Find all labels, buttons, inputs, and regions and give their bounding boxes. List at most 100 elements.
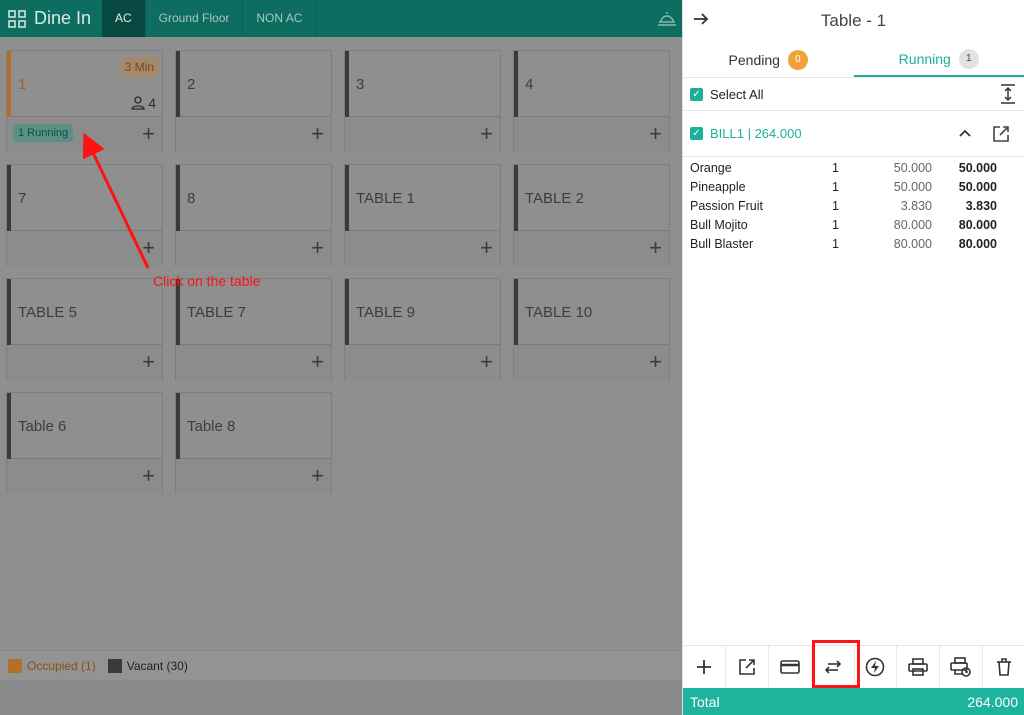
add-order-button[interactable]: +: [142, 465, 155, 487]
table-card-3[interactable]: 3 +: [344, 50, 501, 152]
item-total: 3.830: [965, 199, 997, 213]
legend-occupied: Occupied (1): [8, 658, 96, 673]
table-card-1[interactable]: 1 3 Min 4 1 Running +: [6, 50, 163, 152]
grid-menu-icon[interactable]: [0, 0, 34, 37]
table-card-bottom: [514, 231, 669, 266]
table-name: TABLE 7: [187, 304, 246, 321]
tab-ac[interactable]: AC: [102, 0, 146, 37]
table-card-bottom: [345, 231, 500, 266]
add-order-button[interactable]: +: [311, 351, 324, 373]
table-card-bottom: [514, 345, 669, 380]
table-card-table-9[interactable]: TABLE 9 +: [344, 278, 501, 380]
item-price: 80.000: [893, 237, 932, 251]
table-card-table-10[interactable]: TABLE 10 +: [513, 278, 670, 380]
running-count-badge: 1: [958, 48, 979, 69]
bill-label: BILL1 | 264.000: [710, 126, 802, 141]
table-card-7[interactable]: 7 +: [6, 164, 163, 266]
status-bar: [7, 279, 11, 345]
table-card-2[interactable]: 2 +: [175, 50, 332, 152]
pending-count-badge: 0: [787, 49, 808, 70]
status-bar: [176, 165, 180, 231]
legend-vacant: Vacant (30): [107, 658, 188, 673]
add-order-button[interactable]: +: [142, 351, 155, 373]
dining-icon[interactable]: [652, 0, 682, 37]
table-card-8[interactable]: 8 +: [175, 164, 332, 266]
status-bar: [345, 51, 349, 117]
table-card-bottom: [176, 345, 331, 380]
timer-badge: 3 Min: [120, 57, 158, 77]
add-order-button[interactable]: +: [142, 123, 155, 145]
table-card-bottom: [7, 459, 162, 494]
chevron-up-icon[interactable]: [958, 126, 972, 141]
tab-running[interactable]: Running 1: [853, 42, 1024, 77]
add-order-button[interactable]: +: [142, 237, 155, 259]
add-order-button[interactable]: +: [649, 351, 662, 373]
table-card-table-6[interactable]: Table 6 +: [6, 392, 163, 494]
add-order-button[interactable]: +: [480, 123, 493, 145]
running-badge: 1 Running: [13, 124, 74, 142]
item-price: 50.000: [893, 161, 932, 175]
add-order-button[interactable]: +: [311, 237, 324, 259]
table-name: 8: [187, 190, 196, 207]
print-settings-button[interactable]: [940, 646, 984, 688]
add-order-button[interactable]: +: [480, 237, 493, 259]
table-card-top: [345, 51, 500, 117]
table-card-table-8[interactable]: Table 8 +: [175, 392, 332, 494]
item-qty: 1: [832, 161, 839, 175]
print-button[interactable]: [897, 646, 941, 688]
bill-items: Orange 1 50.000 50.000 Pineapple 1 50.00…: [683, 157, 1024, 254]
table-detail-panel: Table - 1 Pending 0 Running 1 ✓ Select A…: [682, 0, 1024, 715]
bill-row[interactable]: ✓ BILL1 | 264.000: [683, 111, 1024, 157]
item-price: 80.000: [893, 218, 932, 232]
table-card-table-2[interactable]: TABLE 2 +: [513, 164, 670, 266]
tab-pending[interactable]: Pending 0: [683, 42, 854, 77]
table-name: 2: [187, 76, 196, 93]
table-card-top: [176, 165, 331, 231]
table-name: 7: [18, 190, 27, 207]
add-button[interactable]: [683, 646, 726, 688]
add-order-button[interactable]: +: [649, 123, 662, 145]
table-card-bottom: [176, 459, 331, 494]
add-order-button[interactable]: +: [311, 465, 324, 487]
expand-vertical-icon[interactable]: [1000, 84, 1016, 107]
table-name: 1: [18, 76, 27, 93]
table-card-4[interactable]: 4 +: [513, 50, 670, 152]
flash-icon: [866, 657, 885, 677]
item-name: Orange: [690, 161, 732, 175]
table-card-bottom: [345, 345, 500, 380]
item-name: Pineapple: [690, 180, 746, 194]
item-name: Passion Fruit: [690, 199, 763, 213]
list-item: Bull Mojito 1 80.000 80.000: [683, 216, 1024, 235]
card-payment-button[interactable]: [769, 646, 812, 688]
table-card-top: [176, 51, 331, 117]
add-order-button[interactable]: +: [311, 123, 324, 145]
table-card-bottom: [176, 231, 331, 266]
legend: Occupied (1) Vacant (30): [0, 650, 682, 680]
status-bar: [7, 393, 11, 459]
open-external-icon[interactable]: [992, 125, 1010, 146]
add-order-button[interactable]: +: [480, 351, 493, 373]
delete-button[interactable]: [983, 646, 1024, 688]
table-name: 3: [356, 76, 365, 93]
open-external-button[interactable]: [726, 646, 769, 688]
bill-checkbox[interactable]: ✓: [690, 127, 703, 140]
select-all-label: Select All: [710, 86, 764, 102]
panel-title: Table - 1: [820, 11, 887, 30]
select-all-checkbox[interactable]: ✓: [690, 87, 703, 101]
list-item: Bull Blaster 1 80.000 80.000: [683, 235, 1024, 254]
list-item: Pineapple 1 50.000 50.000: [683, 178, 1024, 197]
top-bar: Dine In AC Ground Floor NON AC: [0, 0, 682, 37]
table-card-table-1[interactable]: TABLE 1 +: [344, 164, 501, 266]
print-icon: [908, 658, 929, 676]
tab-running-label: Running: [898, 50, 951, 67]
add-order-button[interactable]: +: [649, 237, 662, 259]
arrow-right-icon[interactable]: [693, 11, 709, 32]
table-card-table-7[interactable]: TABLE 7 +: [175, 278, 332, 380]
tab-ground-floor[interactable]: Ground Floor: [146, 0, 244, 37]
quick-action-button[interactable]: [855, 646, 898, 688]
card-payment-icon: [779, 660, 800, 674]
table-card-table-5[interactable]: TABLE 5 +: [6, 278, 163, 380]
add-icon: [696, 660, 711, 674]
list-item: Passion Fruit 1 3.830 3.830: [683, 197, 1024, 216]
tab-non-ac[interactable]: NON AC: [243, 0, 317, 37]
